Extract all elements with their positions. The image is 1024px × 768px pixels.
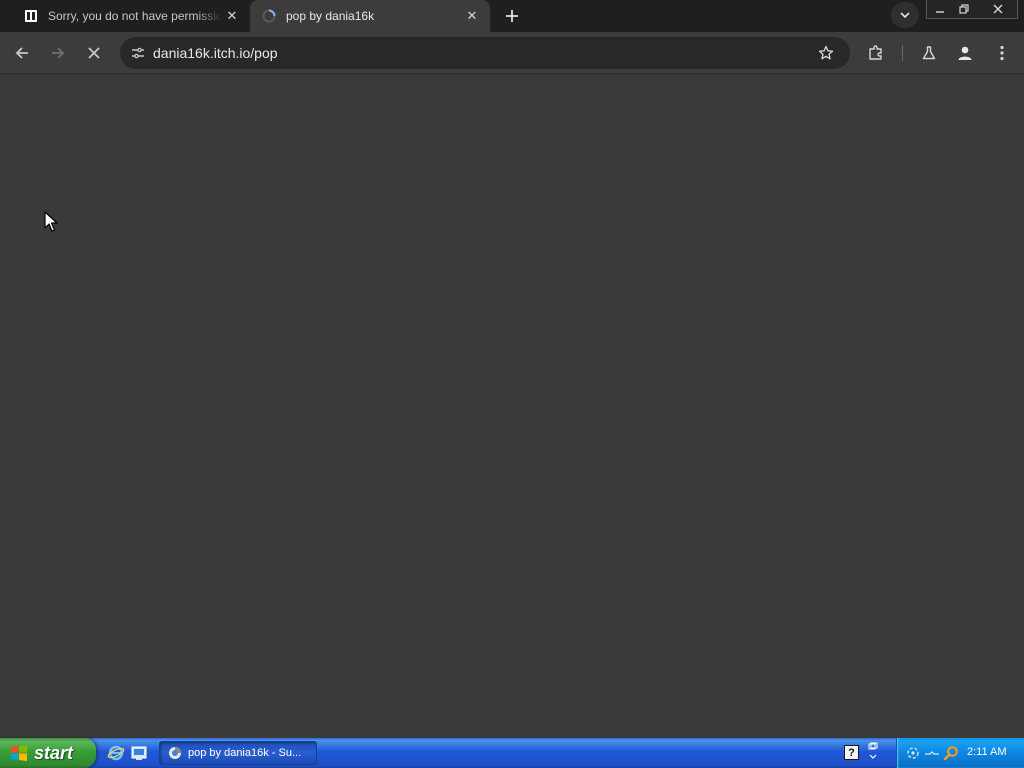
tune-icon <box>132 47 144 59</box>
mouse-cursor-icon <box>44 211 60 233</box>
new-tab-button[interactable] <box>499 3 525 29</box>
forward-button[interactable] <box>44 39 72 67</box>
toolbar-divider <box>902 45 903 61</box>
search-icon[interactable] <box>943 745 959 761</box>
start-button[interactable]: start <box>0 738 96 768</box>
taskbar-window-button[interactable]: pop by dania16k - Su... <box>159 741 317 765</box>
itch-io-icon <box>24 9 38 23</box>
person-icon <box>958 46 972 60</box>
back-button[interactable] <box>8 39 36 67</box>
chrome-labs-button[interactable] <box>915 39 943 67</box>
browser-toolbar: dania16k.itch.io/pop <box>0 32 1024 74</box>
profile-button[interactable] <box>951 39 979 67</box>
page-content[interactable] <box>0 75 1024 738</box>
close-icon <box>88 47 100 59</box>
flask-icon <box>922 46 936 60</box>
tab-permission-denied[interactable]: Sorry, you do not have permission ✕ <box>12 0 250 32</box>
browser-menu-button[interactable] <box>988 39 1016 67</box>
tab-strip: Sorry, you do not have permission ✕ pop … <box>0 0 1024 32</box>
connection-icon[interactable] <box>924 745 940 761</box>
restore-icon <box>959 4 969 14</box>
arrow-left-icon <box>15 47 28 59</box>
taskbar: start pop by dania16k - Su... ? 2:11 AM <box>0 738 1024 768</box>
extensions-button[interactable] <box>862 39 890 67</box>
tab-title: Sorry, you do not have permission <box>48 9 222 23</box>
system-tray: 2:11 AM <box>896 738 1024 768</box>
close-tab-icon[interactable]: ✕ <box>462 6 482 26</box>
loading-spinner-icon <box>262 9 276 23</box>
stop-loading-button[interactable] <box>80 39 108 67</box>
puzzle-icon <box>869 45 882 60</box>
close-tab-icon[interactable]: ✕ <box>222 6 242 26</box>
site-info-button[interactable] <box>126 41 150 65</box>
more-vertical-icon <box>1000 45 1004 61</box>
clock: 2:11 AM <box>967 746 1007 758</box>
restore-button[interactable] <box>953 0 975 18</box>
arrow-right-icon <box>52 47 65 59</box>
plus-icon <box>506 10 518 22</box>
network-icon[interactable] <box>905 745 921 761</box>
minimize-button[interactable] <box>929 0 951 18</box>
tab-pop-by-dania16k[interactable]: pop by dania16k ✕ <box>250 0 490 32</box>
tab-search-button[interactable] <box>891 2 919 28</box>
bookmark-star-button[interactable] <box>816 43 836 63</box>
chevron-down-icon <box>900 12 910 19</box>
taskbar-window-label: pop by dania16k - Su... <box>188 747 302 759</box>
help-icon[interactable]: ? <box>844 745 859 760</box>
show-desktop-icon[interactable] <box>130 744 148 762</box>
windows-logo-icon <box>11 745 27 761</box>
internet-explorer-icon[interactable] <box>107 744 125 762</box>
address-bar[interactable]: dania16k.itch.io/pop <box>120 37 850 69</box>
tab-title: pop by dania16k <box>286 9 375 23</box>
star-icon <box>818 45 834 60</box>
url-text: dania16k.itch.io/pop <box>153 45 278 61</box>
minimize-icon <box>936 11 944 13</box>
browser-icon <box>169 747 181 759</box>
close-window-button[interactable] <box>986 0 1010 18</box>
start-label: start <box>34 742 74 763</box>
close-icon <box>993 4 1003 14</box>
taskbar-restore-icon[interactable] <box>866 742 880 764</box>
